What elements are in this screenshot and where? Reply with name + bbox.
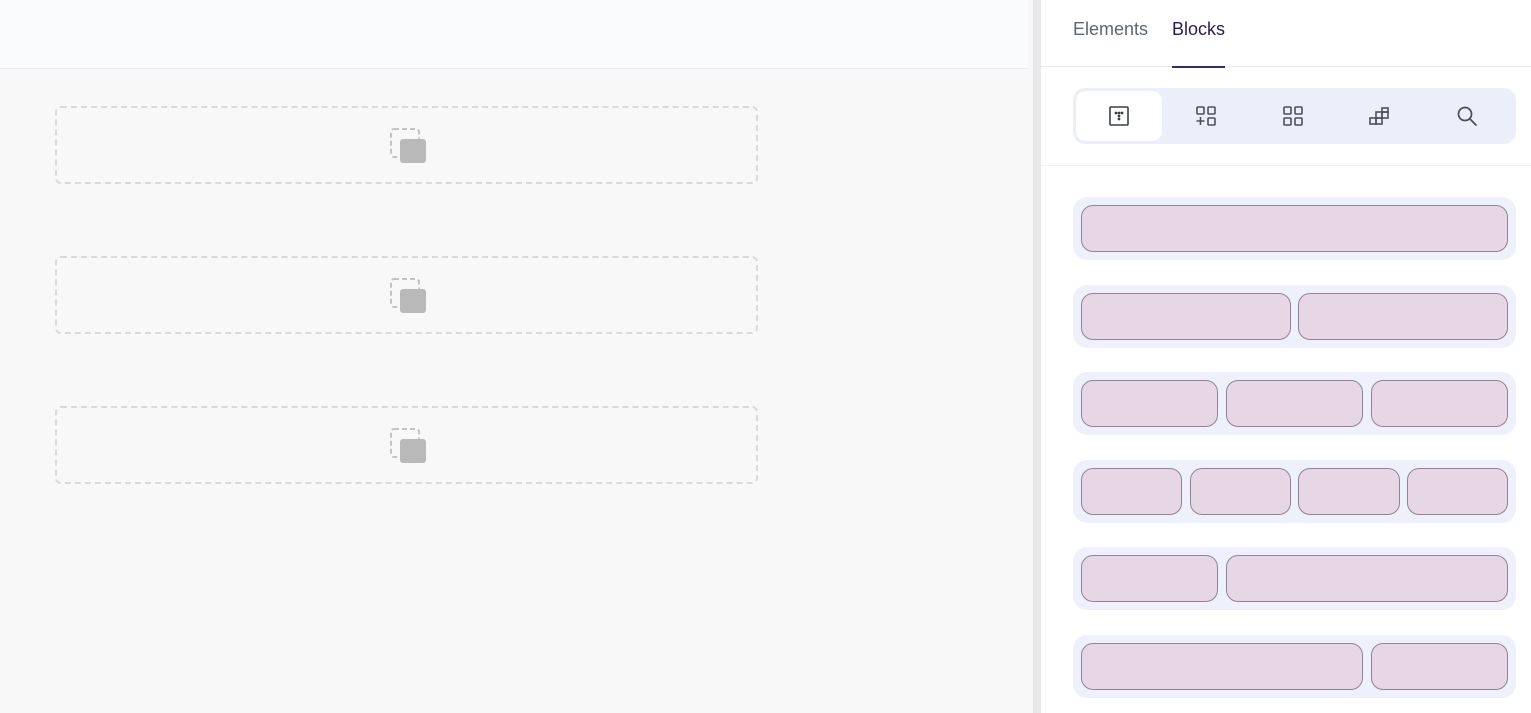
layout-three-columns[interactable] [1073, 372, 1516, 435]
canvas-header [0, 0, 1028, 69]
layout-one-column[interactable] [1073, 197, 1516, 260]
layout-cell [1371, 643, 1508, 690]
drop-zone[interactable] [55, 106, 758, 184]
block-category-toolbar [1073, 88, 1516, 144]
layout-cell [1371, 380, 1508, 427]
layout-one-third-two-thirds[interactable] [1073, 547, 1516, 610]
grid-four-icon [1283, 106, 1303, 126]
layout-two-columns[interactable] [1073, 285, 1516, 348]
blocks-panel: Elements Blocks [1041, 0, 1531, 713]
grid-add-icon [1196, 106, 1216, 126]
layout-cell [1190, 468, 1291, 515]
stacked-blocks-icon [1369, 107, 1389, 125]
layout-two-thirds-one-third[interactable] [1073, 635, 1516, 698]
layout-cell [1081, 468, 1182, 515]
tool-four-grid[interactable] [1250, 91, 1336, 141]
divider [1041, 165, 1531, 166]
tab-blocks[interactable]: Blocks [1172, 19, 1226, 68]
page-canvas [0, 0, 1028, 713]
tool-basic-grid[interactable] [1076, 91, 1162, 141]
layout-cell [1081, 555, 1218, 602]
drop-zone[interactable] [55, 406, 758, 484]
tool-search[interactable] [1424, 91, 1510, 141]
panel-resize-handle[interactable] [1033, 0, 1041, 713]
placeholder-block-icon [390, 278, 426, 313]
layout-cell [1407, 468, 1508, 515]
search-icon [1457, 106, 1477, 126]
layout-cell [1226, 380, 1363, 427]
placeholder-block-icon [390, 428, 426, 463]
tool-add-grid[interactable] [1163, 91, 1249, 141]
tab-elements[interactable]: Elements [1073, 19, 1148, 67]
layout-cell [1298, 468, 1400, 515]
panel-tabs: Elements Blocks [1041, 0, 1531, 68]
drop-zone[interactable] [55, 256, 758, 334]
layout-cell [1081, 380, 1218, 427]
placeholder-block-icon [390, 128, 426, 163]
grid-dots-icon [1109, 106, 1129, 126]
layout-cell [1081, 643, 1363, 690]
layout-cell [1081, 293, 1291, 340]
tool-stacked-blocks[interactable] [1337, 91, 1423, 141]
layout-cell [1226, 555, 1508, 602]
layout-cell [1081, 205, 1508, 252]
layout-cell [1298, 293, 1508, 340]
layout-four-columns[interactable] [1073, 460, 1516, 523]
